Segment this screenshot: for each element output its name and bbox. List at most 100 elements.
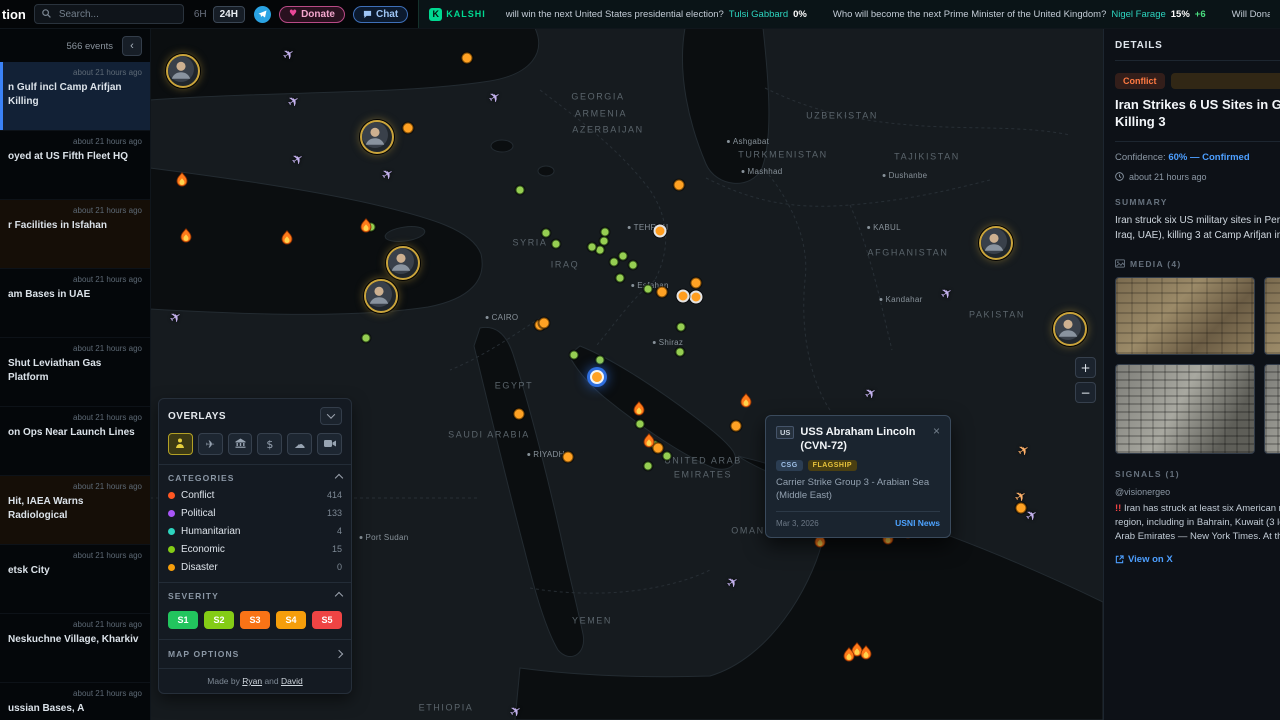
- range-6h-button[interactable]: 6H: [194, 9, 207, 20]
- event-list-item[interactable]: about 21 hours agoam Bases in UAE: [0, 269, 150, 338]
- event-marker-green[interactable]: [570, 351, 579, 360]
- person-toggle[interactable]: [168, 433, 193, 455]
- event-list-item[interactable]: about 21 hours agooyed at US Fifth Fleet…: [0, 131, 150, 200]
- range-24h-button[interactable]: 24H: [213, 6, 245, 23]
- event-marker-green[interactable]: [629, 261, 638, 270]
- kalshi-market-item[interactable]: will win the next United States presiden…: [506, 9, 807, 20]
- aircraft-marker[interactable]: ✈: [280, 46, 297, 64]
- event-marker-green[interactable]: [542, 229, 551, 238]
- selected-event-marker[interactable]: [590, 370, 604, 384]
- strike-fire-marker[interactable]: [843, 648, 856, 663]
- event-marker-orange[interactable]: [403, 123, 414, 134]
- aircraft-marker[interactable]: ✈: [862, 385, 879, 403]
- chat-button[interactable]: Chat: [353, 6, 408, 23]
- aircraft-marker[interactable]: ✈: [379, 166, 396, 184]
- aircraft-marker[interactable]: ✈: [724, 574, 741, 592]
- media-thumbnail[interactable]: [1115, 364, 1255, 454]
- event-list-item[interactable]: about 21 hours agoetsk City: [0, 545, 150, 614]
- event-marker-green[interactable]: [601, 228, 610, 237]
- event-marker-green[interactable]: [663, 452, 672, 461]
- search-input[interactable]: [34, 4, 184, 24]
- event-marker-green[interactable]: [552, 240, 561, 249]
- zoom-in-button[interactable]: +: [1075, 357, 1096, 378]
- event-marker-green[interactable]: [516, 186, 525, 195]
- cloud-toggle[interactable]: ☁: [287, 433, 312, 455]
- severity-chip[interactable]: S4: [276, 611, 306, 629]
- event-marker-orange[interactable]: [563, 452, 574, 463]
- event-marker-orange[interactable]: [462, 53, 473, 64]
- dollar-toggle[interactable]: $: [257, 433, 282, 455]
- aircraft-marker[interactable]: ✈: [938, 285, 955, 303]
- aircraft-marker[interactable]: ✈: [285, 93, 302, 111]
- category-filter-row[interactable]: Disaster0: [168, 558, 342, 576]
- map-options-section-header[interactable]: MAP OPTIONS: [159, 639, 351, 668]
- strike-fire-marker[interactable]: [180, 229, 193, 244]
- aircraft-marker-orange[interactable]: ✈: [1015, 442, 1032, 460]
- kalshi-market-item[interactable]: Who will become the next Prime Minister …: [833, 9, 1206, 20]
- leader-avatar-marker[interactable]: [386, 246, 420, 280]
- event-marker-orange[interactable]: [691, 278, 702, 289]
- categories-section-header[interactable]: CATEGORIES: [168, 472, 342, 486]
- aircraft-marker[interactable]: ✈: [486, 89, 503, 107]
- strike-fire-marker[interactable]: [281, 231, 294, 246]
- close-icon[interactable]: ×: [933, 425, 940, 437]
- aircraft-marker[interactable]: ✈: [289, 151, 306, 169]
- leader-avatar-marker[interactable]: [364, 279, 398, 313]
- strike-fire-marker[interactable]: [176, 173, 189, 188]
- event-list-item[interactable]: about 21 hours agoHit, IAEA Warns Radiol…: [0, 476, 150, 545]
- kalshi-market-item[interactable]: Will Donald Trump attempt to purchase an…: [1232, 9, 1270, 20]
- aircraft-marker[interactable]: ✈: [167, 309, 184, 327]
- camera-toggle[interactable]: [317, 433, 342, 455]
- category-filter-row[interactable]: Humanitarian4: [168, 522, 342, 540]
- event-marker-green[interactable]: [610, 258, 619, 267]
- credit-link-david[interactable]: David: [281, 676, 303, 686]
- severity-chip[interactable]: S3: [240, 611, 270, 629]
- event-marker-orange[interactable]: [539, 318, 550, 329]
- event-marker-green[interactable]: [619, 252, 628, 261]
- event-marker-orange[interactable]: [514, 409, 525, 420]
- category-filter-row[interactable]: Economic15: [168, 540, 342, 558]
- strike-fire-marker[interactable]: [643, 434, 656, 449]
- event-list-item[interactable]: about 21 hours agoNeskuchne Village, Kha…: [0, 614, 150, 683]
- severity-section-header[interactable]: SEVERITY: [168, 590, 342, 604]
- event-cluster-marker[interactable]: [690, 291, 703, 304]
- event-list-item[interactable]: about 21 hours agoShut Leviathan Gas Pla…: [0, 338, 150, 407]
- event-list-item[interactable]: about 21 hours agon Gulf incl Camp Arifj…: [0, 62, 150, 131]
- strike-fire-marker[interactable]: [740, 394, 753, 409]
- event-marker-green[interactable]: [600, 237, 609, 246]
- popup-source-link[interactable]: USNI News: [895, 518, 940, 528]
- event-marker-green[interactable]: [644, 285, 653, 294]
- strike-fire-marker[interactable]: [860, 646, 873, 661]
- event-marker-orange[interactable]: [731, 421, 742, 432]
- event-marker-green[interactable]: [362, 334, 371, 343]
- event-marker-green[interactable]: [596, 246, 605, 255]
- event-marker-green[interactable]: [616, 274, 625, 283]
- event-list-item[interactable]: about 21 hours agor Facilities in Isfaha…: [0, 200, 150, 269]
- event-marker-orange[interactable]: [674, 180, 685, 191]
- media-thumbnail[interactable]: [1115, 277, 1255, 355]
- view-on-x-link[interactable]: View on X: [1115, 554, 1280, 565]
- leader-avatar-marker[interactable]: [1053, 312, 1087, 346]
- media-thumbnail[interactable]: [1264, 364, 1280, 454]
- aircraft-marker[interactable]: ✈: [1023, 507, 1040, 525]
- severity-chip[interactable]: S1: [168, 611, 198, 629]
- aircraft-marker[interactable]: ✈: [507, 703, 524, 720]
- telegram-button[interactable]: [254, 6, 271, 23]
- strike-fire-marker[interactable]: [360, 219, 373, 234]
- event-list-item[interactable]: about 21 hours agoussian Bases, A: [0, 683, 150, 720]
- event-marker-green[interactable]: [636, 420, 645, 429]
- event-marker-orange[interactable]: [657, 287, 668, 298]
- severity-chip[interactable]: S5: [312, 611, 342, 629]
- event-list-item[interactable]: about 21 hours agoon Ops Near Launch Lin…: [0, 407, 150, 476]
- event-cluster-marker[interactable]: [654, 225, 667, 238]
- zoom-out-button[interactable]: −: [1075, 382, 1096, 403]
- credit-link-ryan[interactable]: Ryan: [242, 676, 262, 686]
- donate-button[interactable]: ♥ Donate: [279, 6, 345, 23]
- category-filter-row[interactable]: Political133: [168, 504, 342, 522]
- aircraft-marker-orange[interactable]: ✈: [1012, 488, 1029, 506]
- event-marker-green[interactable]: [644, 462, 653, 471]
- aircraft-toggle[interactable]: ✈: [198, 433, 223, 455]
- leader-avatar-marker[interactable]: [360, 120, 394, 154]
- overlays-collapse-button[interactable]: [320, 407, 342, 425]
- event-marker-green[interactable]: [677, 323, 686, 332]
